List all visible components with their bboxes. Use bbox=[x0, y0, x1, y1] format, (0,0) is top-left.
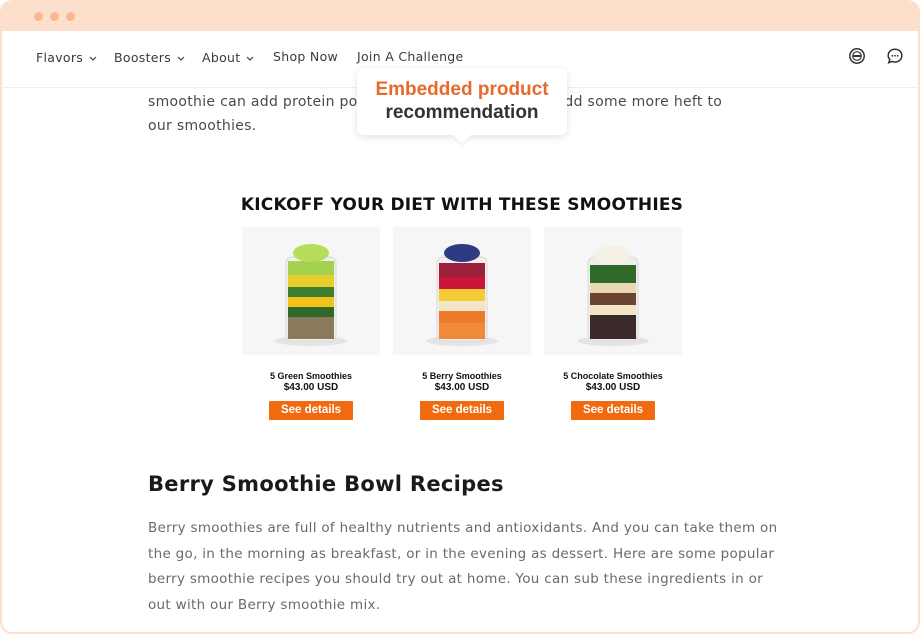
nav-item-boosters[interactable]: Boosters bbox=[114, 49, 185, 65]
see-details-button[interactable]: See details bbox=[420, 401, 504, 420]
page-content: smoothie can add protein powder to their… bbox=[2, 68, 918, 632]
window-dot bbox=[66, 12, 75, 21]
nav-item-label: Shop Now bbox=[273, 49, 339, 64]
nav-item-flavors[interactable]: Flavors bbox=[36, 49, 97, 65]
chevron-down-icon bbox=[89, 49, 97, 64]
see-details-button[interactable]: See details bbox=[269, 401, 353, 420]
chevron-down-icon bbox=[177, 49, 185, 64]
product-image-green-jar[interactable] bbox=[242, 227, 380, 355]
chat-icon[interactable] bbox=[886, 47, 904, 65]
nav-item-label: Flavors bbox=[36, 50, 84, 65]
article-paragraph: Berry smoothies are full of healthy nutr… bbox=[148, 520, 778, 613]
nav-item-about[interactable]: About bbox=[202, 49, 254, 65]
product-image-berry-jar[interactable] bbox=[393, 227, 531, 355]
tooltip-subtitle: recommendation bbox=[385, 102, 539, 123]
see-details-button[interactable]: See details bbox=[571, 401, 655, 420]
window-dot bbox=[50, 12, 59, 21]
product-name: 5 Chocolate Smoothies bbox=[563, 371, 663, 381]
recommendations-title: KICKOFF YOUR DIET WITH THESE SMOOTHIES bbox=[240, 195, 684, 215]
window-titlebar bbox=[2, 2, 918, 31]
product-card: 5 Chocolate Smoothies $43.00 USD See det… bbox=[544, 227, 682, 420]
account-icon[interactable] bbox=[848, 47, 866, 65]
nav-item-join-challenge[interactable]: Join A Challenge bbox=[357, 49, 464, 64]
article-heading: Berry Smoothie Bowl Recipes bbox=[148, 472, 504, 496]
annotation-tooltip: Embedded product recommendation bbox=[357, 68, 567, 135]
product-card: 5 Berry Smoothies $43.00 USD See details bbox=[393, 227, 531, 420]
product-price: $43.00 USD bbox=[585, 382, 641, 393]
chevron-down-icon bbox=[246, 49, 254, 64]
nav-item-label: Join A Challenge bbox=[357, 49, 464, 64]
product-price: $43.00 USD bbox=[434, 382, 490, 393]
product-card: 5 Green Smoothies $43.00 USD See details bbox=[242, 227, 380, 420]
nav-item-label: Boosters bbox=[114, 50, 172, 65]
product-name: 5 Green Smoothies bbox=[269, 371, 353, 381]
window-dot bbox=[34, 12, 43, 21]
product-name: 5 Berry Smoothies bbox=[422, 371, 502, 381]
tooltip-title: Embedded product bbox=[375, 79, 549, 100]
product-price: $43.00 USD bbox=[283, 382, 339, 393]
browser-window: Flavors Boosters About Shop Now Join A C… bbox=[0, 0, 920, 634]
nav-item-shop-now[interactable]: Shop Now bbox=[273, 49, 338, 64]
product-image-chocolate-jar[interactable] bbox=[544, 227, 682, 355]
nav-item-label: About bbox=[202, 50, 241, 65]
